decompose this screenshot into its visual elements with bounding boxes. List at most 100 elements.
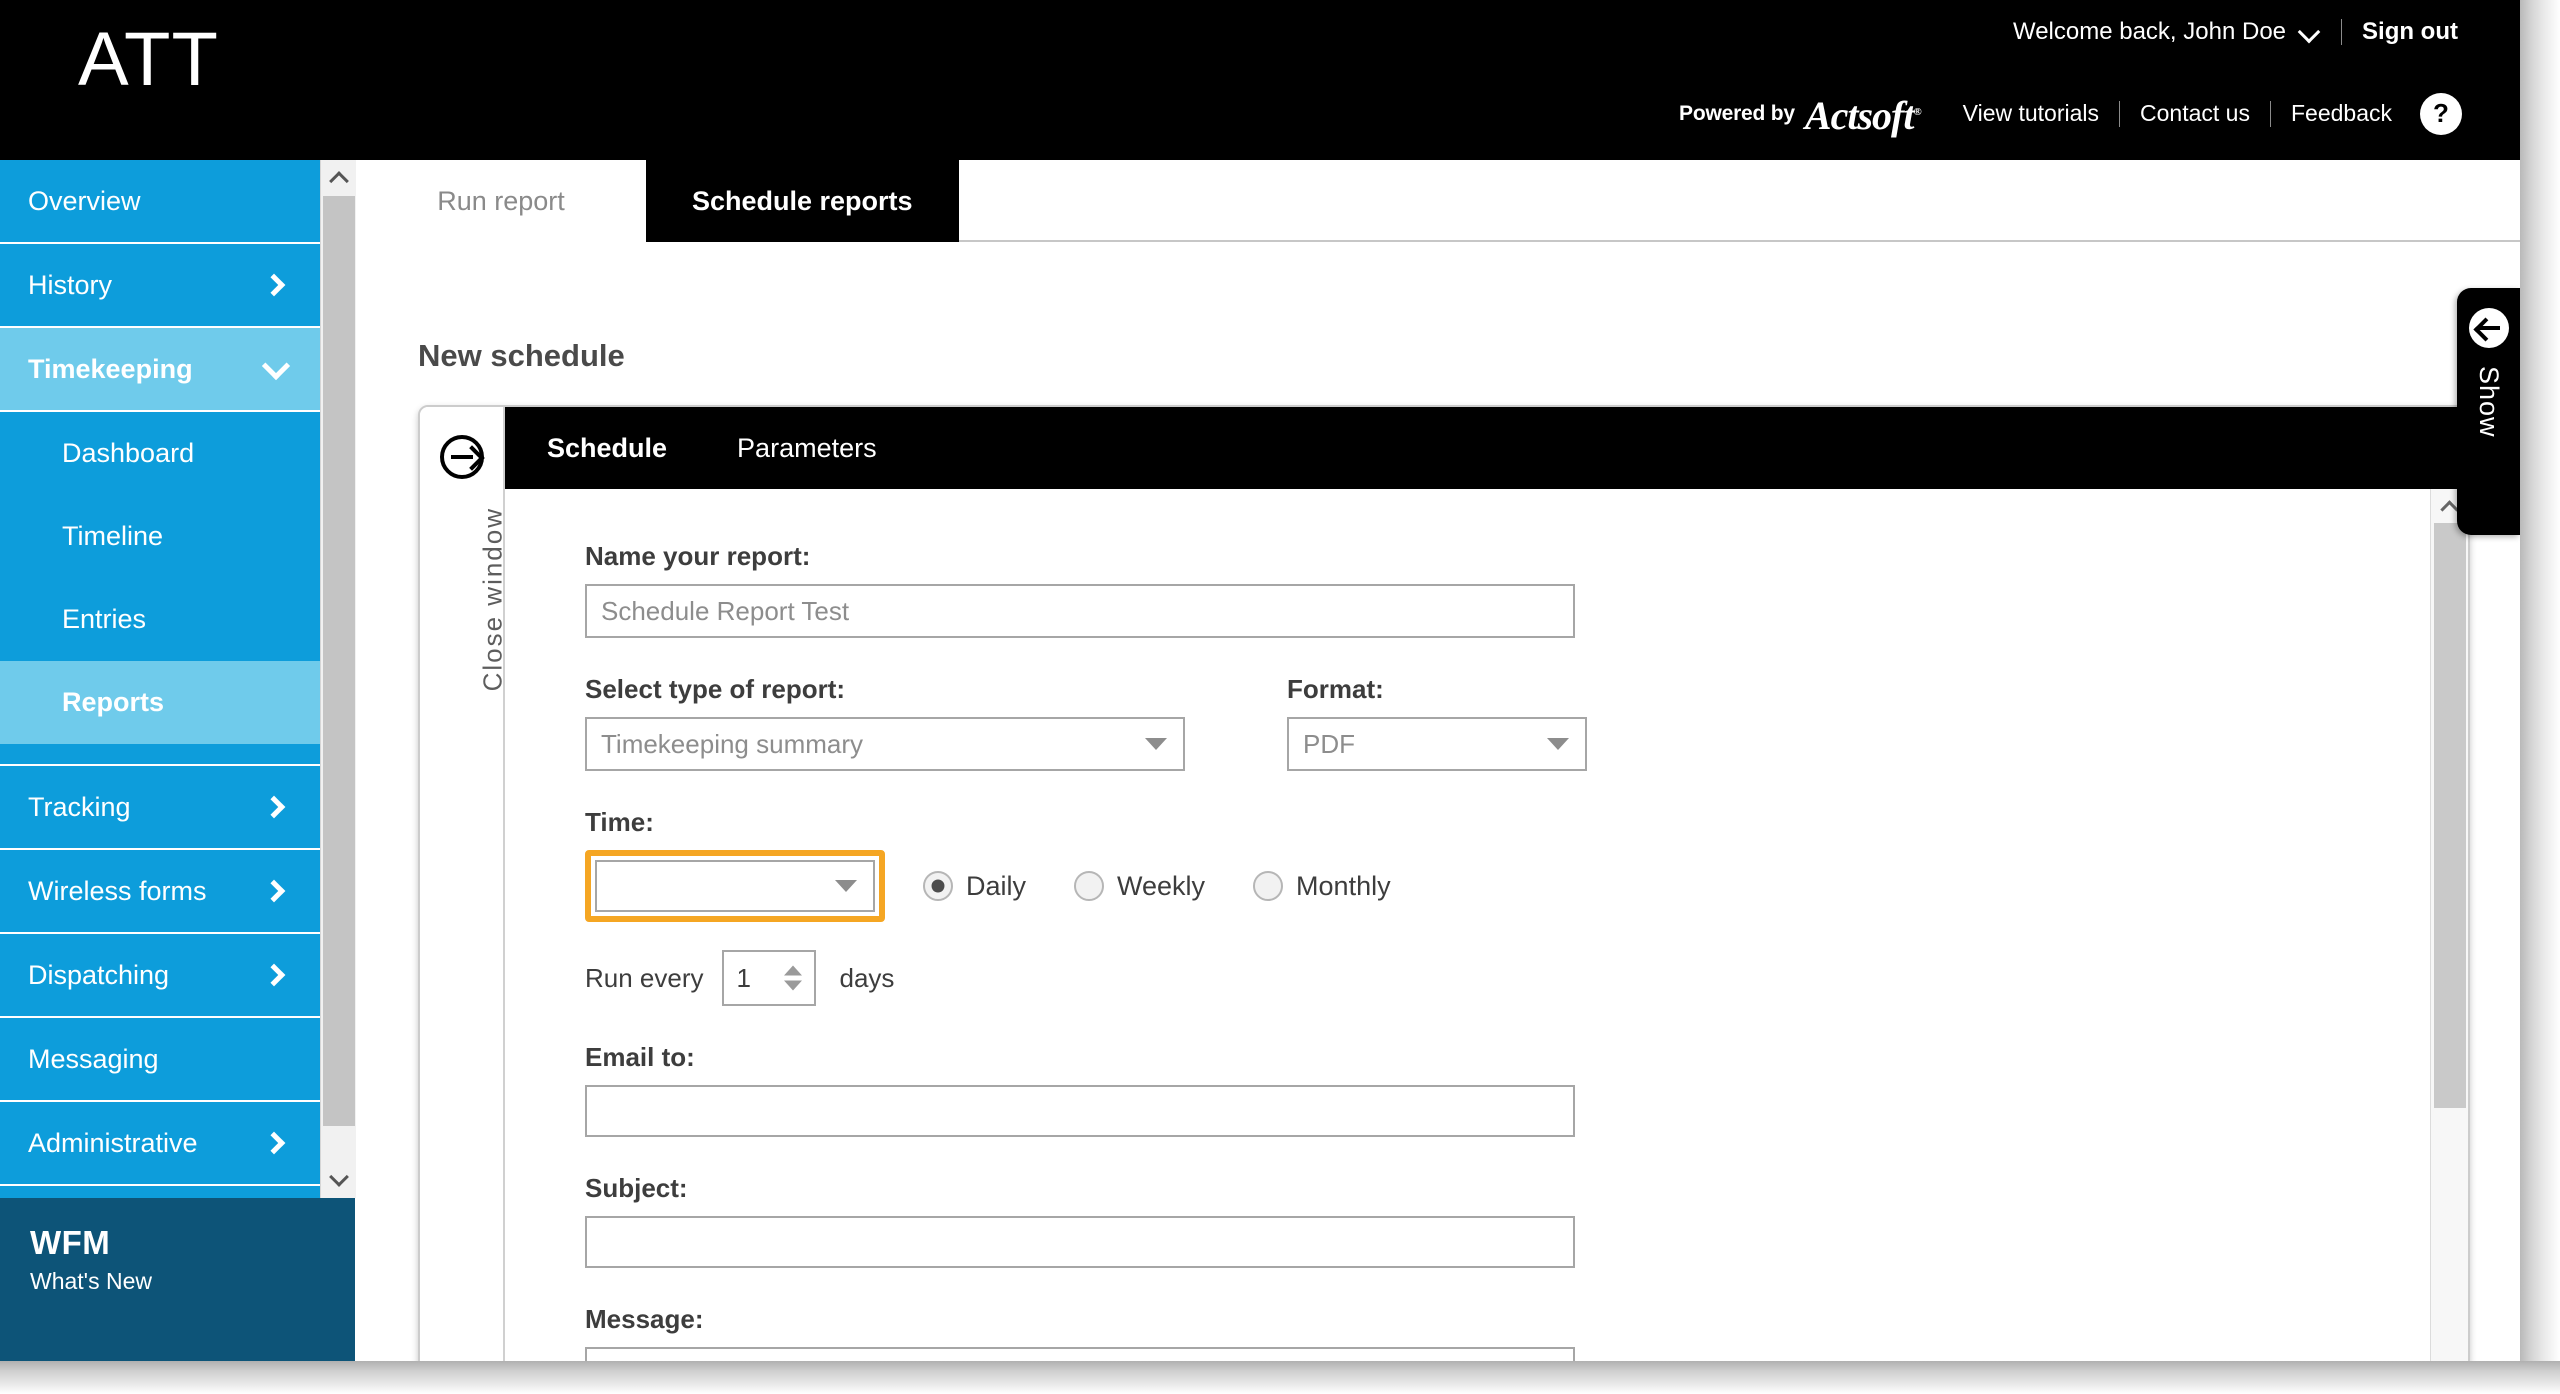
sidebar-item-reports[interactable]: Reports bbox=[0, 661, 320, 744]
run-every-label: Run every bbox=[585, 962, 704, 993]
time-label: Time: bbox=[585, 807, 654, 837]
email-to-input[interactable] bbox=[585, 1085, 1575, 1137]
sidebar-item-overview[interactable]: Overview bbox=[0, 160, 320, 244]
sidebar-item-wireless-forms[interactable]: Wireless forms bbox=[0, 850, 320, 934]
sidebar-item-timekeeping[interactable]: Timekeeping bbox=[0, 328, 320, 412]
arrow-left-circle-icon[interactable] bbox=[2468, 308, 2509, 348]
report-tabs: Run report Schedule reports bbox=[356, 160, 2520, 242]
sidebar-group-divider bbox=[0, 744, 320, 766]
show-panel-label: Show bbox=[2474, 366, 2504, 438]
radio-daily-label: Daily bbox=[966, 870, 1027, 901]
top-header-bar: ATT Welcome back, John Doe Sign out Powe… bbox=[0, 0, 2520, 160]
sidebar-item-label: Tracking bbox=[28, 791, 131, 822]
whats-new-label[interactable]: What's New bbox=[30, 1268, 355, 1295]
sidebar-item-messaging[interactable]: Messaging bbox=[0, 1018, 320, 1102]
arrow-right-circle-icon[interactable] bbox=[439, 435, 484, 479]
sidebar-item-entries[interactable]: Entries bbox=[0, 578, 320, 661]
sidebar-item-label: Reports bbox=[62, 687, 165, 717]
field-format: Format: PDF bbox=[1287, 674, 1587, 771]
message-label: Message: bbox=[585, 1304, 704, 1334]
sidebar-item-label: Dispatching bbox=[28, 959, 170, 990]
field-report-type: Select type of report: Timekeeping summa… bbox=[585, 674, 1185, 771]
tab-parameters[interactable]: Parameters bbox=[737, 433, 877, 464]
chevron-down-icon[interactable] bbox=[2299, 21, 2321, 43]
stepper-up-icon[interactable] bbox=[783, 965, 802, 976]
scrollbar-thumb[interactable] bbox=[323, 196, 355, 1126]
tab-schedule-reports[interactable]: Schedule reports bbox=[646, 160, 959, 242]
sign-out-link[interactable]: Sign out bbox=[2362, 18, 2458, 46]
sidebar-item-administrative[interactable]: Administrative bbox=[0, 1102, 320, 1186]
tab-run-report[interactable]: Run report bbox=[356, 160, 646, 242]
actsoft-logo: Actsoft bbox=[1805, 92, 1921, 139]
report-name-input[interactable]: Schedule Report Test bbox=[585, 584, 1575, 638]
radio-weekly-label: Weekly bbox=[1117, 870, 1206, 901]
brand-logo[interactable]: ATT bbox=[78, 22, 219, 98]
radio-weekly[interactable]: Weekly bbox=[1074, 871, 1205, 902]
sidebar-footer[interactable]: WFM What's New bbox=[0, 1198, 355, 1361]
panel-scrollbar[interactable] bbox=[2430, 489, 2468, 1361]
scroll-down-icon[interactable] bbox=[321, 1162, 356, 1198]
radio-monthly-label: Monthly bbox=[1296, 870, 1391, 901]
scroll-up-icon[interactable] bbox=[321, 160, 356, 196]
field-time: Time: Daily Weekly Monthly Run every 1 d… bbox=[585, 807, 2395, 1006]
sidebar-item-dashboard[interactable]: Dashboard bbox=[0, 412, 320, 495]
run-every-stepper[interactable]: 1 bbox=[721, 950, 816, 1006]
sidebar-nav: Overview History Timekeeping Dashboard Timel… bbox=[0, 160, 320, 1361]
time-select[interactable] bbox=[595, 860, 875, 912]
sidebar-scrollbar[interactable] bbox=[320, 160, 356, 1198]
subject-input[interactable] bbox=[585, 1216, 1575, 1268]
chevron-right-icon bbox=[262, 795, 286, 819]
sidebar-item-tracking[interactable]: Tracking bbox=[0, 766, 320, 850]
subject-label: Subject: bbox=[585, 1173, 688, 1203]
sidebar-item-history[interactable]: History bbox=[0, 244, 320, 328]
run-every-value: 1 bbox=[736, 962, 751, 993]
radio-dot-icon[interactable] bbox=[1074, 871, 1105, 901]
tab-schedule[interactable]: Schedule bbox=[547, 433, 667, 464]
chevron-right-icon bbox=[262, 1131, 286, 1155]
chevron-right-icon bbox=[262, 963, 286, 987]
field-type-and-format: Select type of report: Timekeeping summa… bbox=[585, 674, 2395, 771]
field-message: Message: bbox=[585, 1304, 2395, 1361]
divider bbox=[2119, 100, 2121, 127]
report-type-select[interactable]: Timekeeping summary bbox=[585, 717, 1185, 771]
scrollbar-thumb[interactable] bbox=[2434, 523, 2466, 1108]
help-icon[interactable]: ? bbox=[2420, 92, 2462, 135]
powered-by-label: Powered by bbox=[1679, 101, 1795, 125]
page-title: New schedule bbox=[418, 338, 625, 373]
format-select[interactable]: PDF bbox=[1287, 717, 1587, 771]
account-row: Welcome back, John Doe Sign out bbox=[2013, 18, 2458, 46]
sidebar-item-label: Timekeeping bbox=[28, 353, 193, 384]
main-content: Run report Schedule reports New schedule… bbox=[356, 160, 2520, 1361]
stepper-arrows[interactable] bbox=[783, 965, 802, 991]
message-input[interactable] bbox=[585, 1347, 1575, 1361]
format-label: Format: bbox=[1287, 674, 1384, 704]
close-window-label[interactable]: Close window bbox=[477, 507, 508, 691]
radio-daily[interactable]: Daily bbox=[923, 871, 1026, 902]
form-scroll-region: Name your report: Schedule Report Test S… bbox=[505, 489, 2468, 1361]
run-every-row: Run every 1 days bbox=[585, 950, 2395, 1006]
sidebar-item-timeline[interactable]: Timeline bbox=[0, 495, 320, 578]
chevron-down-icon bbox=[835, 880, 857, 892]
utility-links-row: Powered by Actsoft View tutorials Contac… bbox=[1679, 90, 2462, 139]
view-tutorials-link[interactable]: View tutorials bbox=[1963, 100, 2099, 127]
stepper-down-icon[interactable] bbox=[783, 980, 802, 991]
report-type-value: Timekeeping summary bbox=[601, 728, 864, 759]
sidebar-item-label: Administrative bbox=[28, 1127, 198, 1158]
close-window-rail[interactable]: Close window bbox=[420, 407, 508, 1361]
chevron-down-icon bbox=[1145, 738, 1167, 750]
chevron-right-icon bbox=[262, 273, 286, 297]
report-type-label: Select type of report: bbox=[585, 674, 846, 704]
radio-dot-icon[interactable] bbox=[1253, 871, 1284, 901]
radio-monthly[interactable]: Monthly bbox=[1253, 871, 1391, 902]
sidebar-item-dispatching[interactable]: Dispatching bbox=[0, 934, 320, 1018]
show-panel-toggle[interactable]: Show bbox=[2457, 288, 2520, 535]
contact-us-link[interactable]: Contact us bbox=[2140, 100, 2250, 127]
panel-tabs: Schedule Parameters bbox=[505, 407, 2468, 489]
feedback-link[interactable]: Feedback bbox=[2291, 100, 2392, 127]
welcome-message[interactable]: Welcome back, John Doe bbox=[2013, 18, 2286, 46]
radio-dot-icon[interactable] bbox=[923, 871, 953, 901]
panel-body: Schedule Parameters Name your report: Sc… bbox=[505, 407, 2468, 1361]
page-frame: ATT Welcome back, John Doe Sign out Powe… bbox=[0, 0, 2520, 1361]
field-subject: Subject: bbox=[585, 1173, 2395, 1268]
field-report-name: Name your report: Schedule Report Test bbox=[585, 541, 2395, 638]
